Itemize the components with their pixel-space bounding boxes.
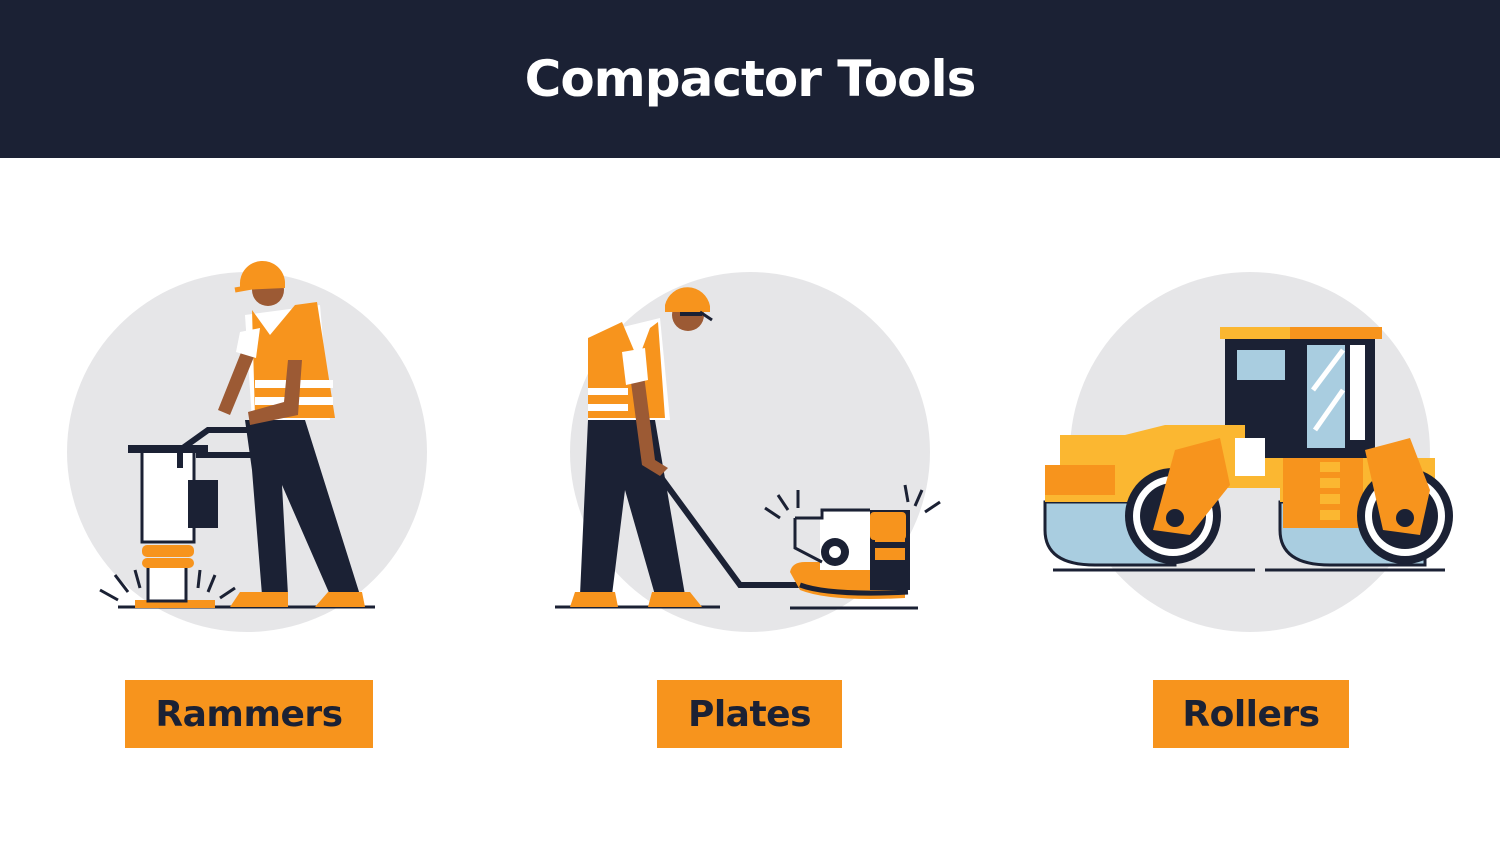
- rammer-illustration: [30, 240, 490, 640]
- vest-stripe-2: [588, 404, 628, 411]
- rammer-top: [128, 445, 208, 453]
- cabin-window-side: [1350, 345, 1365, 440]
- worker-boot-left: [570, 592, 618, 607]
- rammer-shaft: [146, 563, 188, 603]
- rammer-body: [140, 448, 196, 544]
- worker-boot-left: [230, 592, 288, 607]
- label-rollers-text: Rollers: [1182, 693, 1320, 735]
- label-rollers: Rollers: [1153, 680, 1349, 748]
- plate-tank: [870, 512, 906, 540]
- label-rammers: Rammers: [125, 680, 373, 748]
- worker-sleeve: [622, 348, 648, 385]
- label-rammers-text: Rammers: [155, 693, 343, 735]
- page-title: Compactor Tools: [524, 50, 977, 108]
- rammer-bellows-1: [142, 545, 194, 557]
- rammer-engine: [188, 480, 218, 528]
- header-banner: Compactor Tools: [0, 0, 1500, 158]
- body-panel: [1235, 438, 1265, 476]
- plate-illustration: [530, 240, 990, 640]
- front-bumper: [1045, 465, 1115, 495]
- label-plates: Plates: [657, 680, 842, 748]
- cabin-window-left: [1237, 350, 1285, 380]
- rammer-bellows-2: [142, 558, 194, 568]
- label-plates-text: Plates: [687, 693, 812, 735]
- vest-stripe-1: [588, 388, 628, 395]
- roller-illustration: [1025, 240, 1485, 640]
